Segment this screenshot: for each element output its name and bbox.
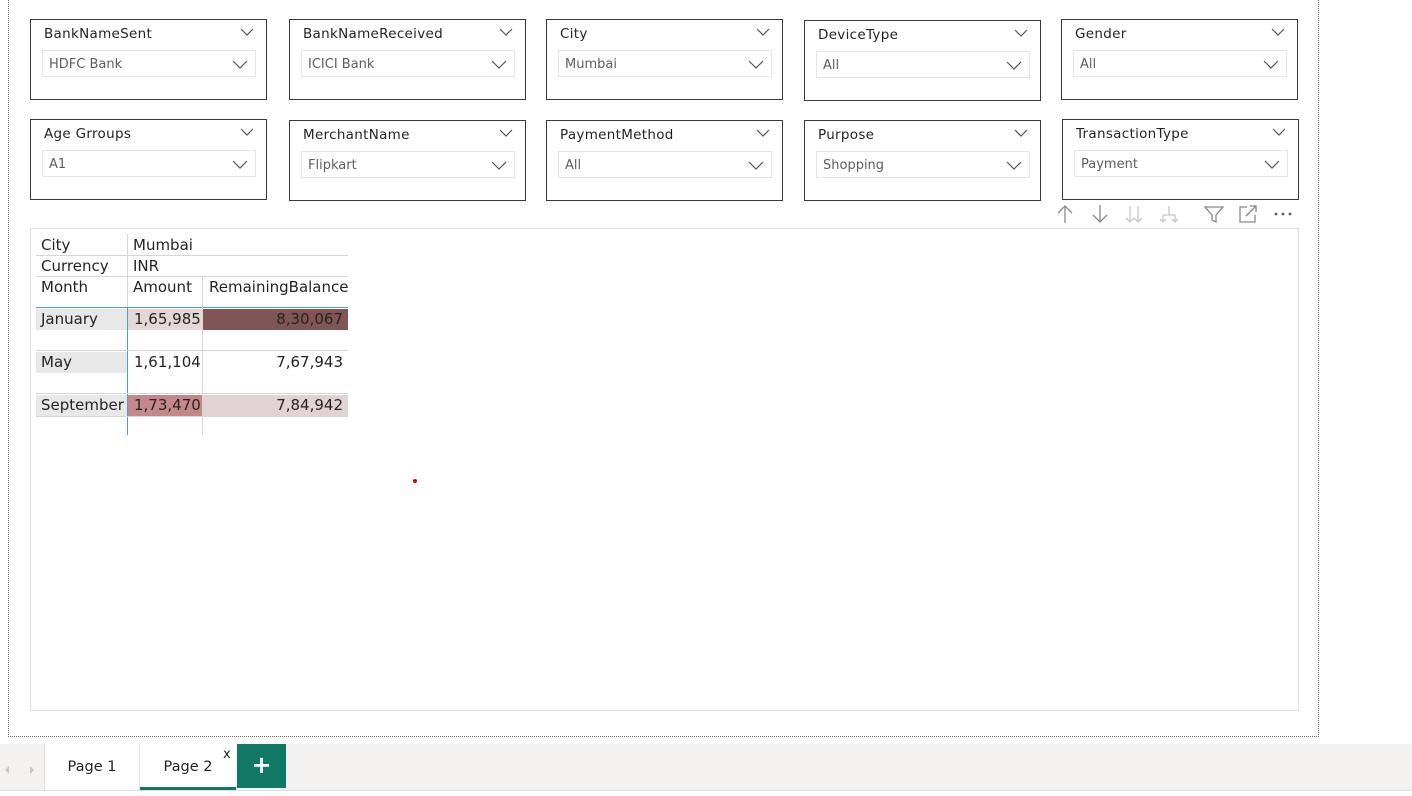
slicer-value: All — [1080, 57, 1097, 72]
chevron-down-icon — [1263, 58, 1279, 70]
expand-next-level-icon[interactable] — [1158, 203, 1180, 225]
add-page-button[interactable]: + — [237, 744, 286, 788]
slicer-dropdown[interactable]: All — [558, 151, 772, 178]
slicer-merchantname[interactable]: MerchantName Flipkart — [289, 120, 526, 201]
slicer-paymentmethod[interactable]: PaymentMethod All — [546, 120, 783, 201]
column-header-month[interactable]: Month — [41, 277, 88, 298]
slicer-value: A1 — [49, 157, 67, 172]
slicer-devicetype[interactable]: DeviceType All — [804, 20, 1041, 101]
drill-up-icon[interactable] — [1054, 203, 1076, 225]
chevron-down-icon — [1006, 159, 1022, 171]
slicer-dropdown[interactable]: Payment — [1074, 150, 1288, 177]
tab-label: Page 2 — [163, 759, 213, 775]
slicer-title: City — [560, 26, 588, 42]
slicer-value: HDFC Bank — [49, 57, 123, 72]
chevron-down-icon[interactable] — [240, 126, 254, 138]
chevron-down-icon[interactable] — [756, 26, 770, 38]
chevron-down-icon — [748, 58, 764, 70]
slicer-value: Flipkart — [308, 158, 357, 173]
slicer-title: MerchantName — [303, 127, 410, 143]
slicer-dropdown[interactable]: ICICI Bank — [301, 50, 515, 77]
column-header-amount[interactable]: Amount — [133, 277, 192, 298]
cell-may-balance[interactable]: 7,67,943 — [203, 352, 348, 373]
chevron-down-icon[interactable] — [1014, 127, 1028, 139]
chevron-down-icon — [491, 58, 507, 70]
tab-page-1[interactable]: Page 1 — [45, 744, 139, 790]
slicer-value: Mumbai — [565, 57, 617, 72]
cell-january-balance[interactable]: 8,30,067 — [203, 309, 348, 330]
scroll-left-icon[interactable] — [3, 761, 11, 780]
slicer-dropdown[interactable]: All — [1073, 50, 1287, 77]
slicer-dropdown[interactable]: Mumbai — [558, 50, 772, 77]
row-label-may[interactable]: May — [36, 352, 127, 373]
slicer-banknamesent[interactable]: BankNameSent HDFC Bank — [30, 19, 267, 100]
scroll-right-icon[interactable] — [28, 761, 36, 780]
slicer-title: TransactionType — [1076, 126, 1189, 142]
chevron-down-icon[interactable] — [499, 127, 513, 139]
header-currency-label: Currency — [41, 257, 109, 275]
slicer-dropdown[interactable]: A1 — [42, 150, 256, 177]
chevron-down-icon[interactable] — [1271, 26, 1285, 38]
slicer-banknamereceived[interactable]: BankNameReceived ICICI Bank — [289, 19, 526, 100]
filter-icon[interactable] — [1203, 203, 1225, 225]
chevron-down-icon — [748, 159, 764, 171]
header-currency-value: INR — [133, 257, 160, 275]
more-options-icon[interactable] — [1272, 203, 1294, 225]
divider — [36, 350, 348, 351]
slicer-age-groups[interactable]: Age Grroups A1 — [30, 119, 267, 200]
slicer-title: Gender — [1075, 26, 1127, 42]
slicer-title: Purpose — [818, 127, 875, 143]
slicer-title: DeviceType — [818, 27, 899, 43]
cursor-dot — [413, 479, 417, 483]
cell-september-amount[interactable]: 1,73,470 — [128, 395, 202, 416]
tab-page-2[interactable]: Page 2 x — [140, 744, 236, 790]
drill-down-icon[interactable] — [1089, 203, 1111, 225]
chevron-down-icon[interactable] — [499, 26, 513, 38]
slicer-dropdown[interactable]: All — [816, 51, 1030, 78]
slicer-dropdown[interactable]: Shopping — [816, 151, 1030, 178]
expand-all-icon[interactable] — [1123, 203, 1145, 225]
chevron-down-icon[interactable] — [756, 127, 770, 139]
chevron-down-icon — [232, 58, 248, 70]
close-tab-icon[interactable]: x — [223, 732, 231, 778]
chevron-down-icon[interactable] — [1272, 126, 1286, 138]
row-label-september[interactable]: September — [36, 395, 127, 416]
header-city-label: City — [41, 236, 71, 254]
chevron-down-icon — [232, 158, 248, 170]
column-header-remainingbalance[interactable]: RemainingBalance — [209, 277, 348, 298]
chevron-down-icon — [1264, 158, 1280, 170]
chevron-down-icon[interactable] — [1014, 27, 1028, 39]
slicer-value: All — [565, 158, 582, 173]
divider — [36, 416, 348, 417]
visual-header-toolbar — [1052, 200, 1302, 228]
slicer-value: ICICI Bank — [308, 57, 375, 72]
slicer-title: BankNameSent — [44, 26, 153, 42]
slicer-value: All — [823, 58, 840, 73]
focus-mode-icon[interactable] — [1237, 203, 1259, 225]
slicer-value: Shopping — [823, 158, 885, 173]
page-tabs-bar: Page 1 Page 2 x + — [0, 744, 1412, 791]
slicer-purpose[interactable]: Purpose Shopping — [804, 120, 1041, 201]
header-city-value: Mumbai — [133, 236, 193, 254]
slicer-title: PaymentMethod — [560, 127, 674, 143]
divider — [36, 393, 348, 394]
slicer-transactiontype[interactable]: TransactionType Payment — [1062, 119, 1299, 200]
cell-january-amount[interactable]: 1,65,985 — [128, 309, 202, 330]
header-underline — [36, 307, 348, 308]
slicer-gender[interactable]: Gender All — [1061, 19, 1298, 100]
slicer-value: Payment — [1081, 157, 1138, 172]
slicer-dropdown[interactable]: HDFC Bank — [42, 50, 256, 77]
slicer-title: BankNameReceived — [303, 26, 443, 42]
slicer-dropdown[interactable]: Flipkart — [301, 151, 515, 178]
chevron-down-icon[interactable] — [240, 26, 254, 38]
chevron-down-icon — [491, 159, 507, 171]
cell-may-amount[interactable]: 1,61,104 — [128, 352, 202, 373]
chevron-down-icon — [1006, 59, 1022, 71]
tab-label: Page 1 — [67, 759, 117, 775]
slicer-city[interactable]: City Mumbai — [546, 19, 783, 100]
cell-september-balance[interactable]: 7,84,942 — [203, 395, 348, 416]
matrix-visual[interactable] — [30, 228, 1299, 711]
row-label-january[interactable]: January — [36, 309, 127, 330]
slicer-title: Age Grroups — [44, 126, 132, 142]
